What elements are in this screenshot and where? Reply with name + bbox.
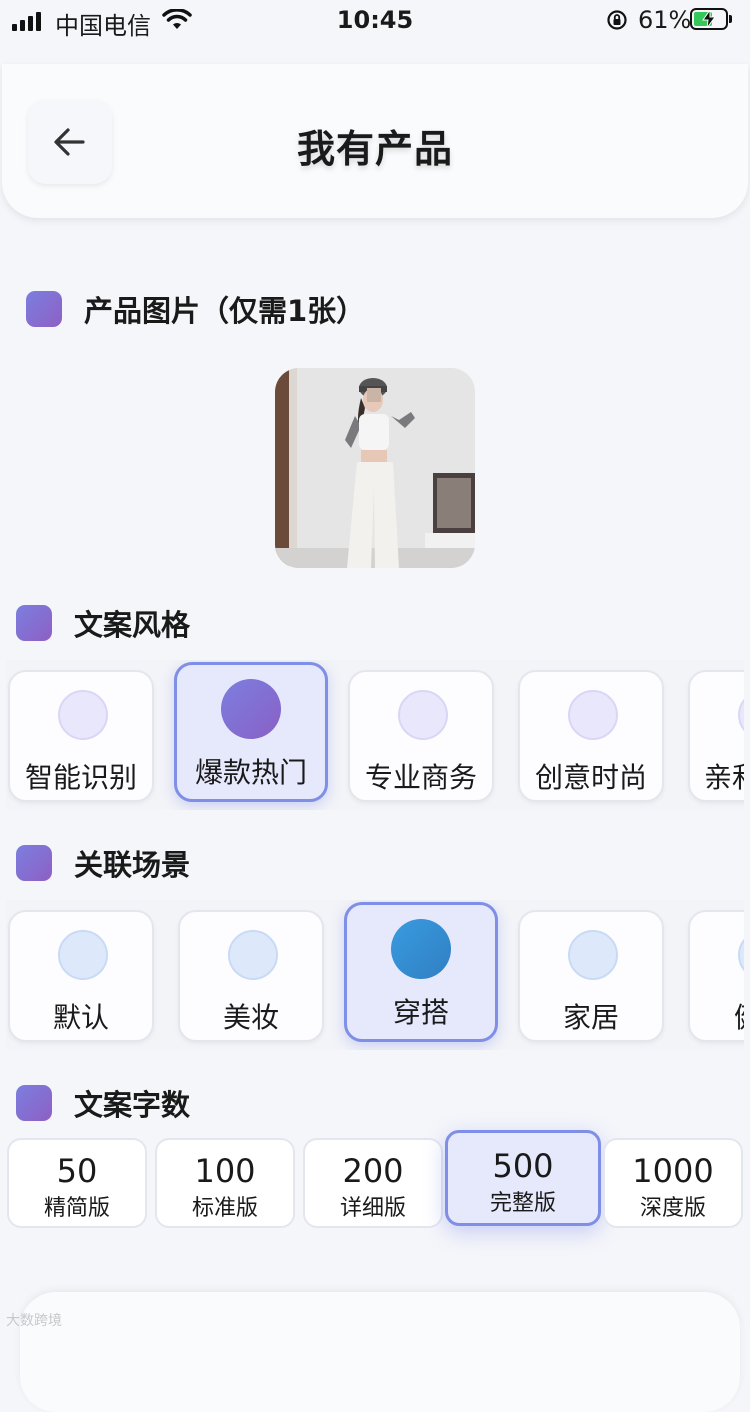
section-copy-style: 文案风格	[16, 602, 190, 644]
chip-label: 创意时尚	[534, 761, 647, 794]
scene-dot-icon	[228, 930, 278, 980]
style-chip[interactable]: 亲和	[688, 670, 744, 802]
section-marker-icon	[16, 605, 52, 641]
word-count-option[interactable]: 100 标准版	[155, 1138, 295, 1228]
style-dot-icon	[398, 690, 448, 740]
style-chip-selected[interactable]: 爆款热门	[174, 662, 328, 802]
scene-dot-icon	[568, 930, 618, 980]
battery-percent: 61%	[638, 6, 692, 34]
section-scene: 关联场景	[16, 842, 190, 884]
style-dot-icon	[738, 690, 744, 740]
scene-options[interactable]: 默认 美妆 穿搭 家居 健	[6, 900, 744, 1050]
word-count-label: 标准版	[191, 1196, 258, 1221]
section-marker-icon	[26, 291, 62, 327]
chip-label: 专业商务	[364, 761, 477, 794]
word-count-label: 完整版	[489, 1191, 556, 1216]
chip-label: 爆款热门	[194, 756, 307, 789]
page-title: 我有产品	[296, 127, 453, 171]
chip-label: 智能识别	[24, 761, 137, 794]
word-count-value: 50	[56, 1152, 98, 1190]
word-count-label: 精简版	[43, 1196, 110, 1221]
scene-chip[interactable]: 健	[688, 910, 744, 1042]
word-count-option[interactable]: 1000 深度版	[603, 1138, 743, 1228]
scene-chip[interactable]: 美妆	[178, 910, 324, 1042]
section-title: 文案风格	[74, 608, 191, 642]
bottom-action-card[interactable]	[20, 1292, 740, 1412]
style-dot-icon	[58, 690, 108, 740]
section-title: 产品图片（仅需1张）	[84, 294, 366, 328]
battery-icon	[690, 8, 728, 30]
style-chip[interactable]: 创意时尚	[518, 670, 664, 802]
word-count-label: 详细版	[339, 1196, 406, 1221]
word-count-option-selected[interactable]: 500 完整版	[445, 1130, 601, 1226]
battery-tip	[729, 15, 732, 23]
scene-chip[interactable]: 默认	[8, 910, 154, 1042]
style-chip[interactable]: 智能识别	[8, 670, 154, 802]
style-dot-icon	[221, 679, 281, 739]
section-marker-icon	[16, 845, 52, 881]
style-dot-icon	[568, 690, 618, 740]
section-marker-icon	[16, 1085, 52, 1121]
word-count-value: 500	[492, 1147, 554, 1185]
word-count-label: 深度版	[639, 1196, 706, 1221]
chip-label: 家居	[562, 1001, 619, 1034]
word-count-option[interactable]: 50 精简版	[7, 1138, 147, 1228]
rotation-lock-icon	[607, 10, 627, 30]
word-count-value: 1000	[632, 1152, 714, 1190]
chip-label: 亲和	[704, 761, 744, 794]
word-count-option[interactable]: 200 详细版	[303, 1138, 443, 1228]
section-product-image: 产品图片（仅需1张）	[26, 288, 365, 330]
scene-dot-icon	[391, 919, 451, 979]
copy-style-options[interactable]: 智能识别 爆款热门 专业商务 创意时尚 亲和	[6, 660, 744, 810]
product-photo[interactable]	[275, 368, 475, 568]
word-count-value: 100	[194, 1152, 256, 1190]
section-title: 文案字数	[74, 1088, 191, 1122]
watermark: 大数跨境	[6, 1313, 62, 1329]
scene-chip[interactable]: 家居	[518, 910, 664, 1042]
word-count-value: 200	[342, 1152, 404, 1190]
status-bar: 中国电信 10:45 61%	[0, 0, 750, 42]
scene-chip-selected[interactable]: 穿搭	[344, 902, 498, 1042]
style-chip[interactable]: 专业商务	[348, 670, 494, 802]
scene-dot-icon	[58, 930, 108, 980]
scene-dot-icon	[738, 930, 744, 980]
section-title: 关联场景	[74, 848, 191, 882]
chip-label: 健	[690, 996, 744, 1036]
chip-label: 穿搭	[392, 996, 449, 1029]
chip-label: 美妆	[222, 1001, 279, 1034]
section-word-count: 文案字数	[16, 1082, 190, 1124]
chip-label: 默认	[52, 1001, 109, 1034]
